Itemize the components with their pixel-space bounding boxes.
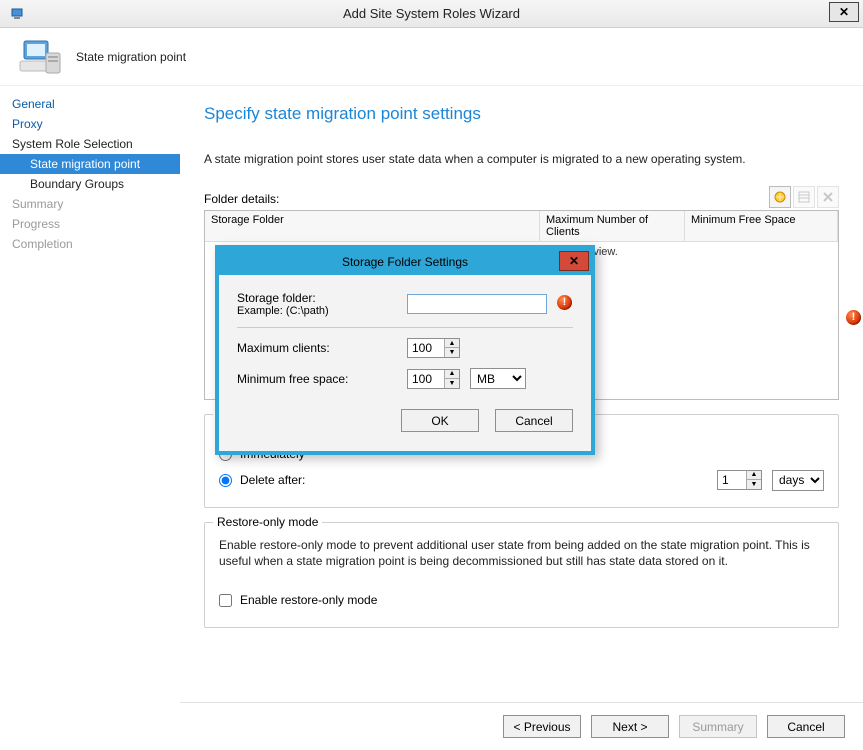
spin-down-icon[interactable]: ▼ bbox=[445, 348, 459, 357]
radio-delete-after-input[interactable] bbox=[219, 474, 232, 487]
banner-text: State migration point bbox=[76, 50, 186, 64]
col-storage-folder[interactable]: Storage Folder bbox=[205, 211, 540, 242]
radio-delete-after[interactable]: Delete after: bbox=[219, 473, 305, 487]
folder-toolbar bbox=[769, 186, 839, 208]
dialog-ok-button[interactable]: OK bbox=[401, 409, 479, 432]
sidebar-item-progress: Progress bbox=[0, 214, 180, 234]
sidebar-item-system-role[interactable]: System Role Selection bbox=[0, 134, 180, 154]
spin-up-icon[interactable]: ▲ bbox=[445, 370, 459, 379]
max-clients-input[interactable] bbox=[408, 339, 444, 357]
sidebar-item-boundary-groups[interactable]: Boundary Groups bbox=[0, 174, 180, 194]
page-title: Specify state migration point settings bbox=[204, 104, 839, 124]
restore-description: Enable restore-only mode to prevent addi… bbox=[219, 537, 824, 569]
edit-folder-button bbox=[793, 186, 815, 208]
sidebar-item-completion: Completion bbox=[0, 234, 180, 254]
restore-checkbox-row[interactable]: Enable restore-only mode bbox=[219, 593, 824, 607]
sidebar-item-general[interactable]: General bbox=[0, 94, 180, 114]
folder-details-label: Folder details: bbox=[204, 192, 279, 206]
sidebar-item-summary: Summary bbox=[0, 194, 180, 214]
folder-table-header: Storage Folder Maximum Number of Clients… bbox=[205, 211, 838, 242]
previous-button[interactable]: < Previous bbox=[503, 715, 581, 738]
restore-checkbox[interactable] bbox=[219, 594, 232, 607]
col-max-clients[interactable]: Maximum Number of Clients bbox=[540, 211, 685, 242]
col-min-free[interactable]: Minimum Free Space bbox=[685, 211, 838, 242]
delete-after-input[interactable] bbox=[718, 471, 746, 489]
storage-folder-dialog: Storage Folder Settings ✕ Storage folder… bbox=[215, 245, 595, 455]
dialog-title: Storage Folder Settings bbox=[342, 255, 468, 269]
next-button[interactable]: Next > bbox=[591, 715, 669, 738]
max-clients-spinner[interactable]: ▲ ▼ bbox=[407, 338, 460, 358]
min-free-label: Minimum free space: bbox=[237, 372, 407, 386]
delete-after-unit[interactable]: days bbox=[772, 470, 824, 491]
min-free-input[interactable] bbox=[408, 370, 444, 388]
error-icon bbox=[846, 310, 861, 325]
computer-icon bbox=[18, 37, 62, 77]
dialog-titlebar: Storage Folder Settings ✕ bbox=[219, 249, 591, 275]
delete-after-value[interactable]: ▲ ▼ bbox=[717, 470, 762, 490]
cancel-button[interactable]: Cancel bbox=[767, 715, 845, 738]
delete-folder-button bbox=[817, 186, 839, 208]
restore-group-title: Restore-only mode bbox=[213, 515, 322, 529]
sidebar-item-state-migration[interactable]: State migration point bbox=[0, 154, 180, 174]
spin-down-icon[interactable]: ▼ bbox=[747, 480, 761, 489]
wizard-banner: State migration point bbox=[0, 28, 863, 86]
radio-delete-after-label: Delete after: bbox=[240, 473, 305, 487]
new-folder-button[interactable] bbox=[769, 186, 791, 208]
restore-checkbox-label: Enable restore-only mode bbox=[240, 593, 377, 607]
sidebar-item-proxy[interactable]: Proxy bbox=[0, 114, 180, 134]
storage-folder-input[interactable] bbox=[407, 294, 547, 314]
spin-up-icon[interactable]: ▲ bbox=[747, 471, 761, 480]
storage-folder-label: Storage folder: Example: (C:\path) bbox=[237, 291, 407, 317]
titlebar: Add Site System Roles Wizard ✕ bbox=[0, 0, 863, 28]
dialog-error-icon bbox=[557, 295, 572, 310]
sidebar: General Proxy System Role Selection Stat… bbox=[0, 86, 180, 750]
window-close-button[interactable]: ✕ bbox=[829, 2, 859, 22]
summary-button: Summary bbox=[679, 715, 757, 738]
window-title: Add Site System Roles Wizard bbox=[0, 6, 863, 21]
spin-down-icon[interactable]: ▼ bbox=[445, 379, 459, 388]
restore-group: Restore-only mode Enable restore-only mo… bbox=[204, 522, 839, 628]
wizard-nav: < Previous Next > Summary Cancel bbox=[180, 702, 863, 750]
dialog-close-button[interactable]: ✕ bbox=[559, 251, 589, 271]
spin-up-icon[interactable]: ▲ bbox=[445, 339, 459, 348]
max-clients-label: Maximum clients: bbox=[237, 341, 407, 355]
min-free-unit[interactable]: MB bbox=[470, 368, 526, 389]
dialog-cancel-button[interactable]: Cancel bbox=[495, 409, 573, 432]
min-free-spinner[interactable]: ▲ ▼ bbox=[407, 369, 460, 389]
page-description: A state migration point stores user stat… bbox=[204, 152, 839, 166]
